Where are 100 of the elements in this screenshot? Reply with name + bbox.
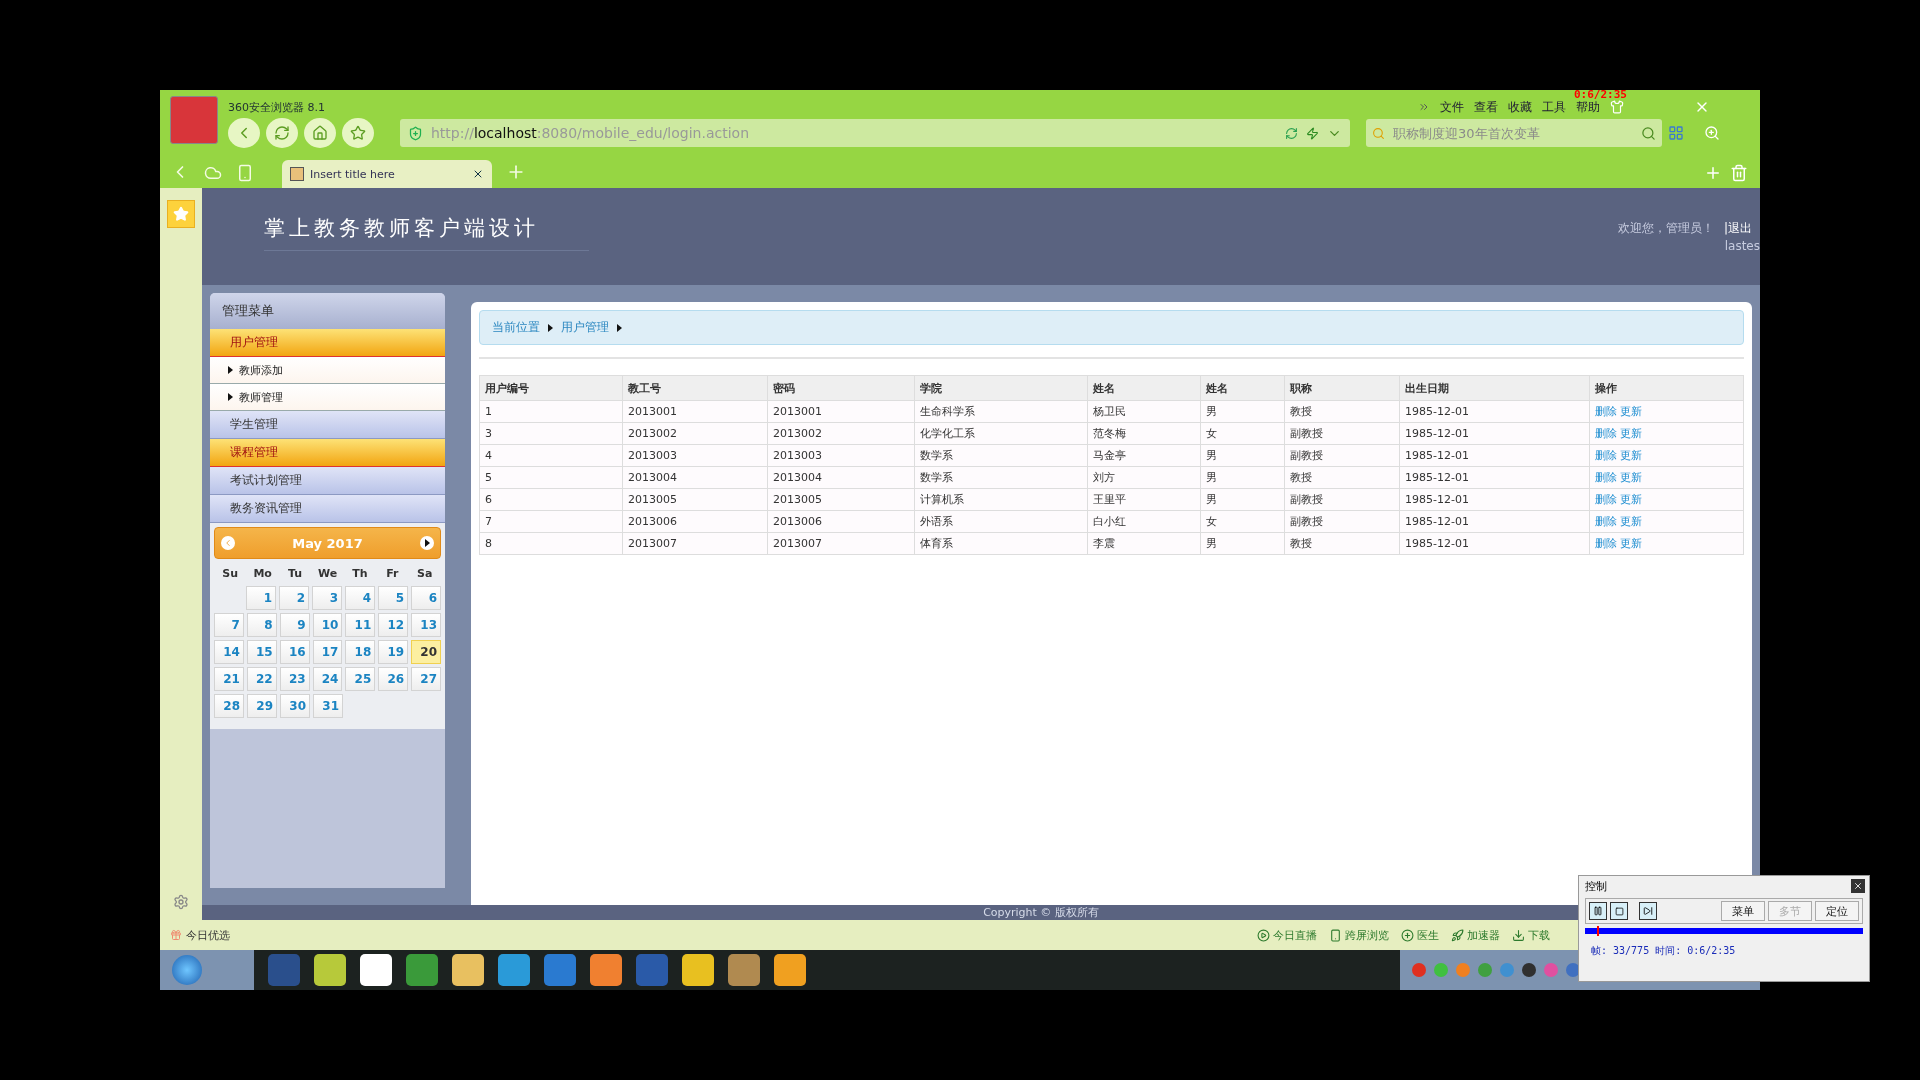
calendar-day[interactable]: 21 [214, 667, 244, 691]
pause-button[interactable] [1589, 902, 1607, 920]
favorites-button[interactable] [167, 200, 195, 228]
app-icon[interactable] [498, 954, 530, 986]
favorite-button[interactable] [342, 118, 374, 148]
action-link[interactable]: 更新 [1620, 405, 1642, 418]
menu-item[interactable]: 帮助 [1576, 98, 1600, 116]
add-icon[interactable] [1704, 164, 1722, 182]
app-icon[interactable] [636, 954, 668, 986]
action-link[interactable]: 删除 [1595, 515, 1617, 528]
tray-icon[interactable] [1522, 963, 1536, 977]
cloud-button[interactable] [204, 164, 222, 182]
calendar-day[interactable]: 5 [378, 586, 408, 610]
app-icon[interactable] [452, 954, 484, 986]
menu-item[interactable]: 用户管理 [210, 329, 445, 357]
calendar-day[interactable]: 30 [280, 694, 310, 718]
progress-marker[interactable] [1596, 926, 1599, 936]
trash-icon[interactable] [1730, 164, 1748, 182]
action-link[interactable]: 删除 [1595, 449, 1617, 462]
menu-item[interactable]: 工具 [1542, 98, 1566, 116]
action-link[interactable]: 更新 [1620, 493, 1642, 506]
calendar-day[interactable]: 25 [345, 667, 376, 691]
calendar-day[interactable]: 28 [214, 694, 244, 718]
calendar-day[interactable]: 7 [214, 613, 244, 637]
app-icon[interactable] [590, 954, 622, 986]
calendar-day[interactable]: 22 [246, 667, 277, 691]
status-link[interactable]: 医生 [1401, 927, 1439, 943]
reload-icon[interactable] [1285, 126, 1298, 140]
calendar-day[interactable]: 11 [345, 613, 376, 637]
action-link[interactable]: 删除 [1595, 405, 1617, 418]
submenu-item[interactable]: 教师添加 [210, 357, 445, 384]
app-icon[interactable] [268, 954, 300, 986]
zoom-icon[interactable] [1704, 125, 1720, 141]
calendar-day[interactable]: 31 [313, 694, 343, 718]
action-link[interactable]: 删除 [1595, 537, 1617, 550]
status-link[interactable]: 今日优选 [186, 927, 230, 943]
calendar-day[interactable]: 10 [312, 613, 343, 637]
calendar-day[interactable]: 18 [345, 640, 376, 664]
breadcrumb-link[interactable]: 用户管理 [561, 319, 609, 336]
menu-item[interactable]: 课程管理 [210, 439, 445, 467]
lightning-icon[interactable] [1306, 126, 1319, 140]
calendar-day[interactable]: 16 [279, 640, 310, 664]
calendar-day[interactable]: 24 [312, 667, 343, 691]
refresh-button[interactable] [266, 118, 298, 148]
calendar-day[interactable]: 4 [345, 586, 375, 610]
search-box[interactable]: 职称制度迎30年首次变革 [1366, 119, 1662, 147]
app-icon[interactable] [728, 954, 760, 986]
prev-month-button[interactable] [221, 536, 235, 550]
action-link[interactable]: 更新 [1620, 515, 1642, 528]
search-field[interactable]: 职称制度迎30年首次变革 [1391, 124, 1635, 142]
calendar-day[interactable]: 17 [312, 640, 343, 664]
calendar-day[interactable]: 9 [279, 613, 310, 637]
action-link[interactable]: 删除 [1595, 493, 1617, 506]
status-link[interactable]: 下载 [1512, 927, 1550, 943]
shirt-icon[interactable] [1610, 100, 1624, 114]
phone-button[interactable] [236, 164, 254, 182]
browser-tab[interactable]: Insert title here [282, 160, 492, 188]
app-icon[interactable] [544, 954, 576, 986]
calendar-day[interactable]: 27 [411, 667, 441, 691]
chevrons-icon[interactable] [1418, 101, 1430, 113]
action-link[interactable]: 更新 [1620, 537, 1642, 550]
app-icon[interactable] [682, 954, 714, 986]
apps-icon[interactable] [1668, 125, 1684, 141]
status-link[interactable]: 跨屏浏览 [1329, 927, 1389, 943]
calendar-day[interactable]: 14 [214, 640, 244, 664]
action-link[interactable]: 更新 [1620, 449, 1642, 462]
step-button[interactable] [1639, 902, 1657, 920]
calendar-day[interactable]: 13 [411, 613, 441, 637]
home-button[interactable] [304, 118, 336, 148]
close-button[interactable] [1851, 879, 1865, 893]
next-month-button[interactable] [420, 536, 434, 550]
panel-button[interactable]: 菜单 [1721, 901, 1765, 921]
menu-item[interactable]: 文件 [1440, 98, 1464, 116]
app-icon[interactable] [314, 954, 346, 986]
calendar-day[interactable]: 20 [411, 640, 441, 664]
menu-item[interactable]: 收藏 [1508, 98, 1532, 116]
calendar-day[interactable]: 23 [279, 667, 310, 691]
action-link[interactable]: 删除 [1595, 471, 1617, 484]
submenu-item[interactable]: 教师管理 [210, 384, 445, 411]
status-link[interactable]: 加速器 [1451, 927, 1500, 943]
panel-button[interactable]: 定位 [1815, 901, 1859, 921]
action-link[interactable]: 更新 [1620, 471, 1642, 484]
logout-link[interactable]: |退出 [1723, 220, 1752, 237]
stop-button[interactable] [1610, 902, 1628, 920]
calendar-day[interactable]: 29 [247, 694, 277, 718]
start-button[interactable] [160, 950, 254, 990]
calendar-day[interactable]: 26 [378, 667, 409, 691]
app-icon[interactable] [774, 954, 806, 986]
back-button[interactable] [228, 118, 260, 148]
menu-item[interactable]: 学生管理 [210, 411, 445, 439]
app-icon[interactable] [360, 954, 392, 986]
calendar-day[interactable]: 6 [411, 586, 441, 610]
action-link[interactable]: 更新 [1620, 427, 1642, 440]
calendar-day[interactable]: 2 [279, 586, 309, 610]
calendar-day[interactable]: 12 [378, 613, 409, 637]
menu-item[interactable]: 查看 [1474, 98, 1498, 116]
action-link[interactable]: 删除 [1595, 427, 1617, 440]
settings-icon[interactable] [173, 894, 189, 910]
address-bar[interactable]: http://localhost:8080/mobile_edu/login.action [400, 119, 1350, 147]
search-icon[interactable] [1641, 125, 1656, 141]
